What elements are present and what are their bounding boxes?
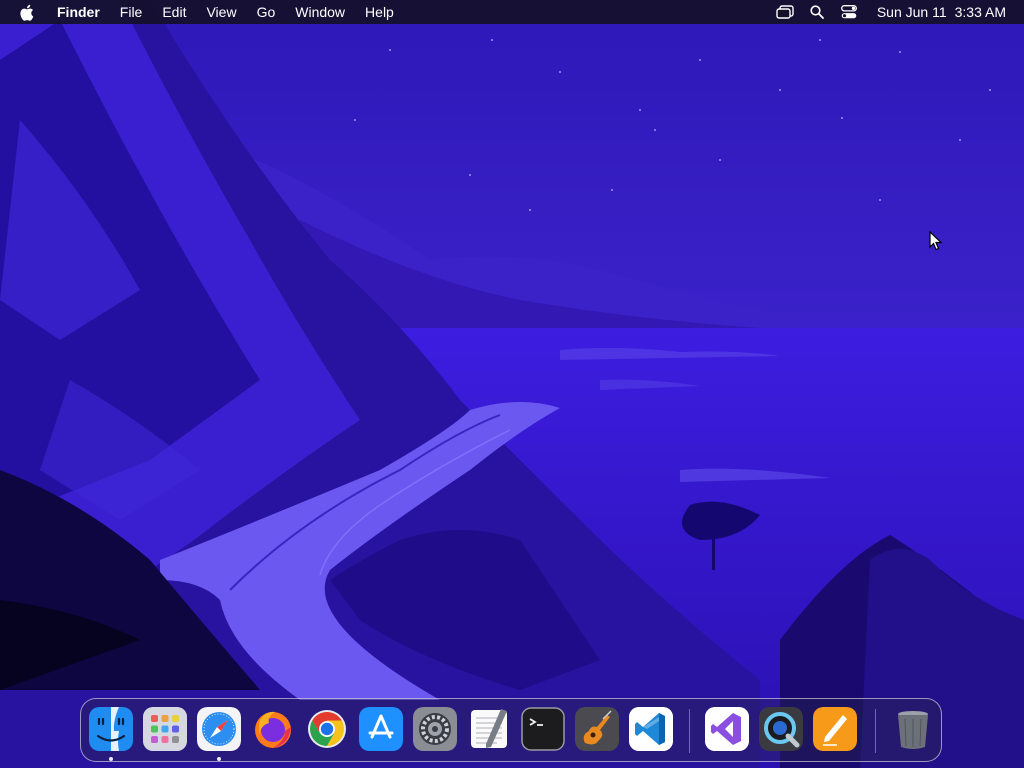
clock-date: Sun Jun 11 xyxy=(876,4,947,20)
garageband-icon[interactable] xyxy=(575,707,619,751)
system-settings-icon[interactable] xyxy=(413,707,457,751)
desktop-wallpaper xyxy=(0,0,1024,768)
chrome-icon[interactable] xyxy=(305,707,349,751)
firefox-icon[interactable] xyxy=(251,707,295,751)
app-store-icon[interactable] xyxy=(359,707,403,751)
menu-bar: Finder File Edit View Go Window Help Sun… xyxy=(0,0,1024,24)
safari-running-indicator xyxy=(217,757,221,761)
mouse-pointer-icon xyxy=(929,231,943,251)
trash-icon[interactable] xyxy=(891,707,935,751)
clock-time: 3:33 AM xyxy=(954,4,1006,20)
textedit-icon[interactable] xyxy=(467,707,511,751)
menu-view[interactable]: View xyxy=(196,0,246,24)
apple-menu-icon[interactable] xyxy=(19,3,35,21)
menu-bar-clock[interactable]: Sun Jun 11 3:33 AM xyxy=(877,4,1006,20)
terminal-icon[interactable] xyxy=(521,707,565,751)
menu-window[interactable]: Window xyxy=(285,0,355,24)
visual-studio-icon[interactable] xyxy=(705,707,749,751)
control-center-icon[interactable] xyxy=(838,0,860,24)
stage-manager-icon[interactable] xyxy=(774,0,796,24)
dock-separator xyxy=(689,709,690,753)
safari-icon[interactable] xyxy=(197,707,241,751)
menu-app-finder[interactable]: Finder xyxy=(49,0,110,24)
menu-go[interactable]: Go xyxy=(247,0,286,24)
menu-file[interactable]: File xyxy=(110,0,153,24)
quicktime-icon[interactable] xyxy=(759,707,803,751)
dock xyxy=(80,698,942,762)
menu-help[interactable]: Help xyxy=(355,0,404,24)
dock-separator-trash xyxy=(875,709,876,753)
finder-icon[interactable] xyxy=(89,707,133,751)
finder-running-indicator xyxy=(109,757,113,761)
launchpad-icon[interactable] xyxy=(143,707,187,751)
vscode-icon[interactable] xyxy=(629,707,673,751)
spotlight-search-icon[interactable] xyxy=(806,0,828,24)
pages-icon[interactable] xyxy=(813,707,857,751)
menu-edit[interactable]: Edit xyxy=(152,0,196,24)
